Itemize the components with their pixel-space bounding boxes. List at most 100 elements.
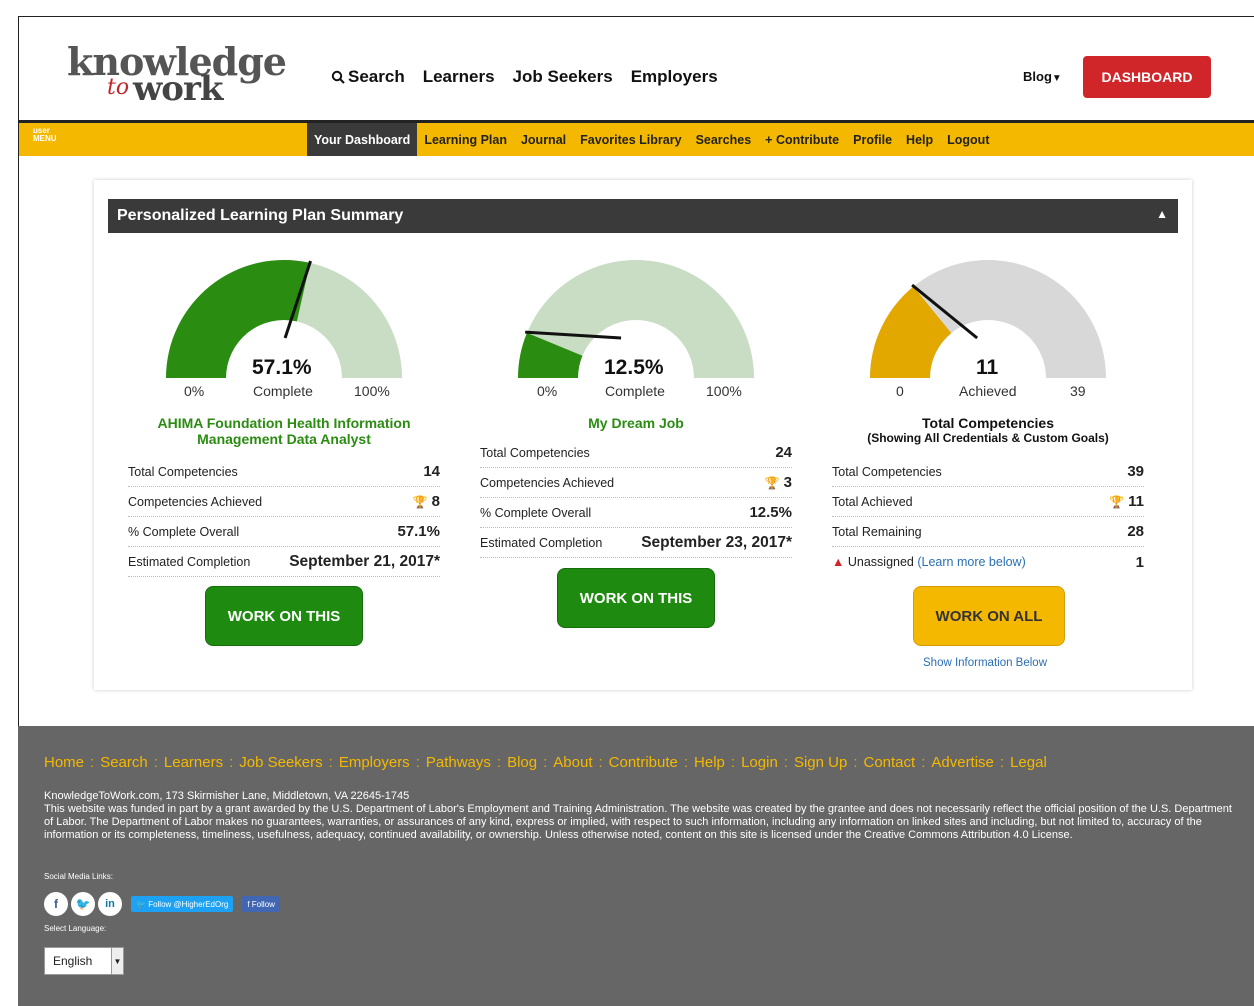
plan1-gauge-max: 100% <box>354 383 390 399</box>
usermenu-favorites-library[interactable]: Favorites Library <box>573 123 688 156</box>
total-gauge-value: 11 <box>976 356 999 379</box>
linkedin-icon[interactable]: in <box>98 892 122 916</box>
footer-link-advertise[interactable]: Advertise <box>931 754 994 771</box>
sort-icon[interactable]: ▲ <box>1156 207 1168 221</box>
facebook-icon[interactable]: f <box>44 892 68 916</box>
warning-icon: ▲ <box>832 555 845 569</box>
stat-label: Estimated Completion <box>128 554 251 569</box>
footer-link-employers[interactable]: Employers <box>339 754 410 771</box>
plan2-gauge-value: 12.5% <box>604 356 664 379</box>
footer-link-pathways[interactable]: Pathways <box>426 754 491 771</box>
caret-down-icon: ▼ <box>1051 73 1062 84</box>
site-logo[interactable]: knowledge to work <box>67 39 287 109</box>
stat-value: 57.1% <box>397 523 440 540</box>
total-gauge-min: 0 <box>896 383 904 399</box>
total-stats: Total Competencies 39 Total Achieved 🏆 11 T… <box>832 457 1144 577</box>
footer-address: KnowledgeToWork.com, 173 Skirmisher Lane… <box>44 790 410 802</box>
footer-link-separator: : <box>999 754 1005 771</box>
usermenu-journal[interactable]: Journal <box>514 123 573 156</box>
footer-link-separator: : <box>730 754 736 771</box>
footer-link-separator: : <box>683 754 689 771</box>
usermenu-contribute[interactable]: + Contribute <box>758 123 846 156</box>
stat-label: Total Competencies <box>480 445 590 460</box>
footer-links: Home: Search: Learners: Job Seekers: Employe… <box>44 754 1047 771</box>
footer-link-separator: : <box>496 754 502 771</box>
dashboard-button[interactable]: DASHBOARD <box>1083 56 1211 98</box>
stat-label: % Complete Overall <box>480 505 592 520</box>
show-information-below-link[interactable]: Show Information Below <box>923 657 1047 669</box>
footer-link-learners[interactable]: Learners <box>164 754 223 771</box>
twitter-icon[interactable]: 🐦 <box>71 892 95 916</box>
facebook-follow-button[interactable]: f Follow <box>242 896 280 912</box>
usermenu-logout[interactable]: Logout <box>940 123 996 156</box>
plan2-work-on-this-button[interactable]: WORK ON THIS <box>557 568 715 628</box>
nav-learners[interactable]: Learners <box>423 67 495 87</box>
usermenu-searches[interactable]: Searches <box>689 123 759 156</box>
stat-value: 12.5% <box>749 504 792 521</box>
footer-link-about[interactable]: About <box>553 754 592 771</box>
stat-label: Competencies Achieved <box>128 494 263 509</box>
plan1-gauge-label: Complete <box>253 383 313 399</box>
footer-link-separator: : <box>853 754 858 771</box>
learning-plan-summary-panel: Personalized Learning Plan Summary ▲ 57.… <box>94 180 1192 690</box>
footer-link-contact[interactable]: Contact <box>864 754 916 771</box>
footer-link-blog[interactable]: Blog <box>507 754 537 771</box>
nav-job-seekers[interactable]: Job Seekers <box>513 67 613 87</box>
plan1-gauge-value: 57.1% <box>252 356 312 379</box>
footer-link-help[interactable]: Help <box>694 754 725 771</box>
footer-link-legal[interactable]: Legal <box>1010 754 1047 771</box>
nav-search[interactable]: Search <box>331 67 405 87</box>
plan2-row-percent: % Complete Overall 12.5% <box>480 498 792 528</box>
usermenu-profile[interactable]: Profile <box>846 123 899 156</box>
footer-address-block: KnowledgeToWork.com, 173 Skirmisher Lane… <box>44 790 1234 842</box>
user-menu-tag-line2: MENU <box>33 134 57 143</box>
stat-label: % Complete Overall <box>128 524 240 539</box>
total-row-remaining: Total Remaining 28 <box>832 517 1144 547</box>
plan1-title-line2: Management Data Analyst <box>197 431 371 447</box>
footer-link-separator: : <box>415 754 420 771</box>
footer-link-home[interactable]: Home <box>44 754 84 771</box>
plan2-title[interactable]: My Dream Job <box>486 415 786 431</box>
nav-blog-dropdown[interactable]: Blog▼ <box>1023 69 1062 84</box>
stat-value: 11 <box>1128 493 1144 510</box>
plan2-gauge-min: 0% <box>537 383 558 399</box>
twitter-follow-button[interactable]: 🐦 Follow @HigherEdOrg <box>131 896 234 912</box>
language-select[interactable]: English ▼ <box>44 947 124 975</box>
footer-link-separator: : <box>153 754 158 771</box>
stat-value: 39 <box>1127 463 1144 480</box>
user-menu-nav: Your Dashboard Learning Plan Journal Fav… <box>307 123 996 156</box>
usermenu-learning-plan[interactable]: Learning Plan <box>417 123 514 156</box>
twitter-follow-label: Follow @HigherEdOrg <box>148 899 229 909</box>
learn-more-link[interactable]: (Learn more below) <box>917 555 1025 569</box>
nav-employers[interactable]: Employers <box>631 67 718 87</box>
plan2-row-completion: Estimated Completion September 23, 2017* <box>480 528 792 558</box>
total-gauge-max: 39 <box>1070 383 1086 399</box>
stat-value: September 21, 2017* <box>289 552 440 570</box>
total-row-total: Total Competencies 39 <box>832 457 1144 487</box>
footer-link-contribute[interactable]: Contribute <box>609 754 678 771</box>
trophy-icon: 🏆 <box>412 495 428 509</box>
social-links: f 🐦 in 🐦 Follow @HigherEdOrg f Follow <box>44 892 280 916</box>
language-label: Select Language: <box>44 924 107 933</box>
nav-search-label: Search <box>348 67 405 86</box>
work-on-all-button[interactable]: WORK ON ALL <box>913 586 1065 646</box>
nav-blog-label: Blog <box>1023 69 1052 84</box>
footer-link-job-seekers[interactable]: Job Seekers <box>239 754 322 771</box>
usermenu-your-dashboard[interactable]: Your Dashboard <box>307 123 418 156</box>
panel-header[interactable]: Personalized Learning Plan Summary ▲ <box>108 199 1178 233</box>
footer-link-sign-up[interactable]: Sign Up <box>794 754 847 771</box>
usermenu-help[interactable]: Help <box>899 123 940 156</box>
plan1-title[interactable]: AHIMA Foundation Health Information Mana… <box>134 415 434 447</box>
social-media-label: Social Media Links: <box>44 872 113 881</box>
stat-value: 3 <box>783 474 792 491</box>
total-row-unassigned: ▲ Unassigned (Learn more below) 1 <box>832 547 1144 577</box>
footer-link-search[interactable]: Search <box>100 754 148 771</box>
footer-link-separator: : <box>921 754 926 771</box>
footer-link-separator: : <box>90 754 95 771</box>
user-menu-tag[interactable]: user MENU <box>33 127 57 143</box>
stat-label: Estimated Completion <box>480 535 603 550</box>
plan1-row-total: Total Competencies 14 <box>128 457 440 487</box>
footer-link-login[interactable]: Login <box>741 754 778 771</box>
main-nav: Search Learners Job Seekers Employers <box>331 67 718 87</box>
plan1-work-on-this-button[interactable]: WORK ON THIS <box>205 586 363 646</box>
